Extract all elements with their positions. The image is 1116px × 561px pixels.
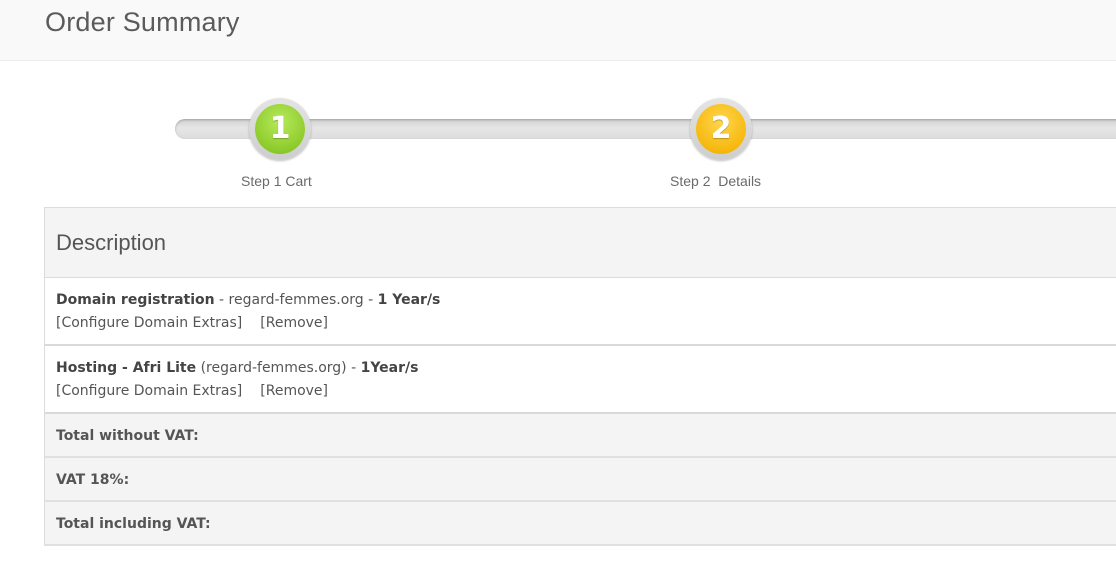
page-header: Order Summary: [0, 0, 1116, 61]
item-actions: [Configure Domain Extras] [Remove]: [56, 383, 328, 399]
table-row: Hosting - Afri Lite (regard-femmes.org) …: [45, 346, 1116, 414]
item-name: Domain registration: [56, 292, 215, 308]
item-detail: regard-femmes.org: [228, 292, 364, 308]
item-actions: [Configure Domain Extras] [Remove]: [56, 315, 328, 331]
order-summary-page: Order Summary 1 Step 1 Cart 2 Step 2 Det…: [0, 0, 1116, 561]
total-including-vat-row: Total including VAT:: [45, 502, 1116, 546]
vat-label: VAT 18%:: [56, 472, 130, 488]
item-description: Domain registration - regard-femmes.org …: [56, 292, 440, 308]
total-without-vat-row: Total without VAT:: [45, 414, 1116, 458]
item-detail: (regard-femmes.org): [200, 360, 347, 376]
remove-link[interactable]: [Remove]: [260, 383, 328, 399]
item-separator: -: [214, 292, 229, 308]
progress-track: [175, 119, 1116, 139]
step-2-indicator: 2: [690, 98, 752, 160]
total-including-vat-label: Total including VAT:: [56, 516, 211, 532]
step-2-label: Step 2 Details: [670, 173, 762, 189]
item-period: 1Year/s: [360, 360, 419, 376]
step-1-number: 1: [255, 104, 305, 154]
step-1-indicator: 1: [249, 98, 311, 160]
description-header: Description: [56, 230, 167, 255]
configure-domain-extras-link[interactable]: [Configure Domain Extras]: [56, 315, 242, 331]
table-row: Domain registration - regard-femmes.org …: [45, 278, 1116, 346]
vat-row: VAT 18%:: [45, 458, 1116, 502]
item-name: Hosting - Afri Lite: [56, 360, 197, 376]
table-header: Description: [45, 208, 1116, 278]
configure-domain-extras-link[interactable]: [Configure Domain Extras]: [56, 383, 242, 399]
page-title: Order Summary: [45, 7, 240, 37]
order-table: Description Domain registration - regard…: [44, 207, 1116, 546]
step-1-label: Step 1 Cart: [241, 173, 312, 189]
item-description: Hosting - Afri Lite (regard-femmes.org) …: [56, 360, 418, 376]
remove-link[interactable]: [Remove]: [260, 315, 328, 331]
item-period: 1 Year/s: [377, 292, 441, 308]
step-2-number: 2: [696, 104, 746, 154]
item-separator: -: [363, 292, 378, 308]
total-without-vat-label: Total without VAT:: [56, 428, 199, 444]
item-separator: -: [346, 360, 361, 376]
